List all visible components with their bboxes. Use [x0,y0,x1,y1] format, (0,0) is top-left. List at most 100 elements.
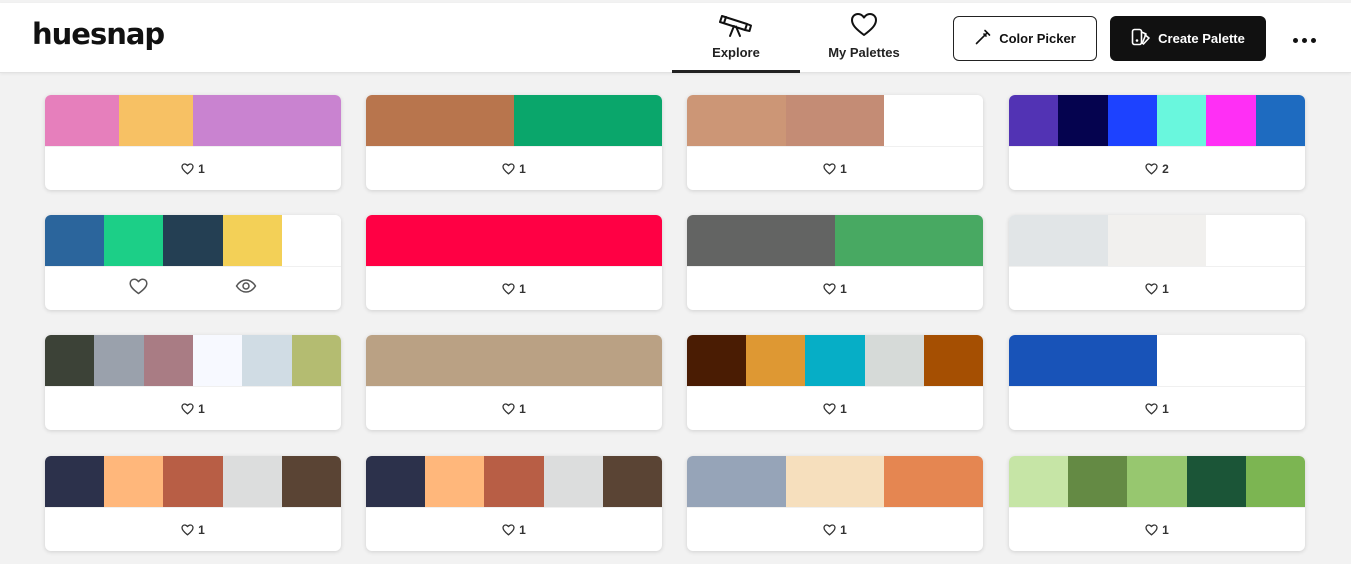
more-options-button[interactable] [1286,31,1322,49]
like-count-button[interactable]: 1 [502,162,526,176]
color-swatch[interactable] [281,215,341,266]
color-swatch[interactable] [143,335,193,386]
palette-swatches[interactable] [366,335,662,386]
color-swatch[interactable] [687,95,786,146]
palette-swatches[interactable] [1009,215,1305,266]
palette-card[interactable]: 1 [45,456,341,551]
color-swatch[interactable] [45,335,95,386]
color-swatch[interactable] [193,95,267,146]
palette-swatches[interactable] [45,335,341,386]
palette-swatches[interactable] [366,95,662,146]
color-swatch[interactable] [440,95,514,146]
palette-card[interactable]: 1 [687,456,983,551]
like-count-button[interactable]: 1 [502,402,526,416]
color-swatch[interactable] [1245,456,1305,507]
tab-explore[interactable]: Explore [672,3,800,73]
color-swatch[interactable] [1255,95,1305,146]
palette-card[interactable]: 1 [1009,335,1305,430]
color-swatch[interactable] [923,335,983,386]
palette-card[interactable]: 1 [687,95,983,190]
palette-card[interactable]: 1 [366,215,662,310]
like-count-button[interactable]: 1 [181,402,205,416]
color-swatch[interactable] [1156,95,1207,146]
palette-card[interactable]: 1 [366,95,662,190]
like-count-button[interactable]: 1 [181,523,205,537]
color-swatch[interactable] [291,335,341,386]
color-swatch[interactable] [281,456,341,507]
color-swatch[interactable] [805,335,865,386]
palette-swatches[interactable] [687,95,983,146]
color-swatch[interactable] [687,456,786,507]
like-count-button[interactable]: 1 [1145,523,1169,537]
color-swatch[interactable] [1107,215,1207,266]
color-swatch[interactable] [1127,456,1187,507]
color-picker-button[interactable]: Color Picker [953,16,1097,61]
like-count-button[interactable]: 1 [823,282,847,296]
color-swatch[interactable] [94,335,144,386]
color-swatch[interactable] [222,456,282,507]
like-count-button[interactable]: 1 [502,523,526,537]
palette-swatches[interactable] [1009,335,1305,386]
app-logo[interactable]: huesnap [32,17,165,51]
color-swatch[interactable] [192,335,243,386]
palette-swatches[interactable] [45,95,341,146]
like-count-button[interactable]: 1 [823,402,847,416]
color-swatch[interactable] [222,215,282,266]
color-swatch[interactable] [746,335,806,386]
color-swatch[interactable] [104,456,164,507]
color-swatch[interactable] [785,95,885,146]
palette-swatches[interactable] [1009,95,1305,146]
create-palette-button[interactable]: Create Palette [1110,16,1266,61]
palette-swatches[interactable] [687,215,983,266]
color-swatch[interactable] [45,456,105,507]
color-swatch[interactable] [1009,335,1157,386]
color-swatch[interactable] [366,95,440,146]
like-count-button[interactable]: 1 [1145,402,1169,416]
color-swatch[interactable] [45,215,105,266]
like-count-button[interactable]: 2 [1145,162,1169,176]
color-swatch[interactable] [1009,456,1069,507]
like-button[interactable] [129,277,148,300]
color-swatch[interactable] [1009,215,1108,266]
color-swatch[interactable] [514,215,662,266]
color-swatch[interactable] [1058,95,1108,146]
like-count-button[interactable]: 1 [823,162,847,176]
color-swatch[interactable] [835,215,983,266]
color-swatch[interactable] [687,335,747,386]
palette-swatches[interactable] [1009,456,1305,507]
color-swatch[interactable] [864,335,924,386]
color-swatch[interactable] [425,456,485,507]
palette-card[interactable]: 1 [366,335,662,430]
color-swatch[interactable] [1107,95,1157,146]
color-swatch[interactable] [484,456,544,507]
color-swatch[interactable] [543,456,603,507]
color-swatch[interactable] [514,95,588,146]
color-swatch[interactable] [1157,335,1305,386]
like-count-button[interactable]: 1 [1145,282,1169,296]
color-swatch[interactable] [163,215,223,266]
color-swatch[interactable] [267,95,341,146]
palette-swatches[interactable] [687,456,983,507]
color-swatch[interactable] [1206,215,1305,266]
color-swatch[interactable] [884,456,983,507]
palette-card[interactable]: 1 [1009,456,1305,551]
palette-swatches[interactable] [45,215,341,266]
color-swatch[interactable] [163,456,223,507]
color-swatch[interactable] [884,95,983,146]
color-swatch[interactable] [366,456,426,507]
palette-card[interactable]: 1 [687,335,983,430]
like-count-button[interactable]: 1 [502,282,526,296]
like-count-button[interactable]: 1 [181,162,205,176]
color-swatch[interactable] [242,335,292,386]
color-swatch[interactable] [588,95,662,146]
color-swatch[interactable] [45,95,119,146]
palette-card[interactable] [45,215,341,310]
palette-card[interactable]: 1 [366,456,662,551]
palette-card[interactable]: 1 [1009,215,1305,310]
color-swatch[interactable] [1068,456,1128,507]
color-swatch[interactable] [1206,95,1256,146]
palette-card[interactable]: 1 [687,215,983,310]
color-swatch[interactable] [104,215,164,266]
color-swatch[interactable] [1009,95,1059,146]
palette-swatches[interactable] [45,456,341,507]
